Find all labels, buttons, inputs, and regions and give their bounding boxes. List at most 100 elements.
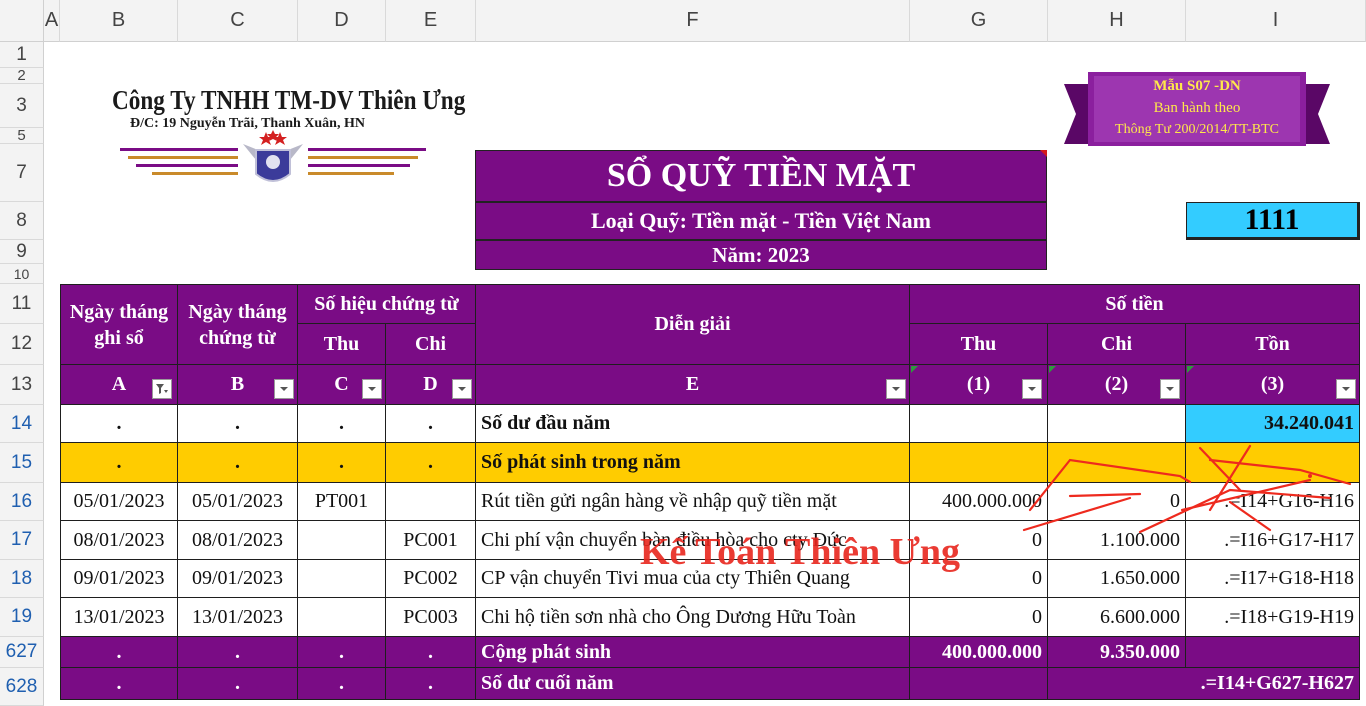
entry-date-voucher[interactable]: 08/01/2023 xyxy=(178,521,298,560)
entry-balance[interactable]: .=I18+G19-H19 xyxy=(1186,598,1360,637)
column-header-f[interactable]: F xyxy=(476,0,910,42)
filter-button-2[interactable] xyxy=(1160,379,1180,399)
row-header-8[interactable]: 8 xyxy=(0,202,44,240)
row-header-16[interactable]: 16 xyxy=(0,483,44,521)
entry-amount-chi[interactable]: 1.650.000 xyxy=(1048,560,1186,598)
arising-cell-c[interactable]: . xyxy=(298,443,386,483)
header-date-recorded: Ngày tháng ghi sổ xyxy=(60,284,178,365)
entry-date-recorded[interactable]: 09/01/2023 xyxy=(60,560,178,598)
row-header-628[interactable]: 628 xyxy=(0,668,44,706)
filter-button-d[interactable] xyxy=(452,379,472,399)
entry-date-recorded[interactable]: 05/01/2023 xyxy=(60,483,178,521)
column-header-a[interactable]: A xyxy=(44,0,60,42)
entry-voucher-chi[interactable]: PC002 xyxy=(386,560,476,598)
company-name: Công Ty TNHH TM-DV Thiên Ưng xyxy=(112,84,466,115)
entry-voucher-thu[interactable]: PT001 xyxy=(298,483,386,521)
comment-indicator[interactable] xyxy=(1040,150,1047,157)
account-code[interactable]: 1111 xyxy=(1186,202,1360,240)
closing-thu[interactable] xyxy=(910,668,1048,700)
entry-balance[interactable]: .=I17+G18-H18 xyxy=(1186,560,1360,598)
select-all-corner[interactable] xyxy=(0,0,44,42)
arising-cell-d[interactable]: . xyxy=(386,443,476,483)
row-header-15[interactable]: 15 xyxy=(0,443,44,483)
closing-cell-d[interactable]: . xyxy=(386,668,476,700)
filter-button-1[interactable] xyxy=(1022,379,1042,399)
code-2-label: (2) xyxy=(1104,373,1129,395)
entry-voucher-chi[interactable] xyxy=(386,483,476,521)
chevron-down-icon xyxy=(892,387,900,391)
entry-amount-chi[interactable]: 6.600.000 xyxy=(1048,598,1186,637)
cell-warning-marker xyxy=(911,366,918,373)
row-header-5[interactable]: 5 xyxy=(0,128,44,144)
opening-cell-d[interactable]: . xyxy=(386,405,476,443)
filter-button-c[interactable] xyxy=(362,379,382,399)
chevron-down-icon xyxy=(1028,387,1036,391)
row-header-18[interactable]: 18 xyxy=(0,560,44,598)
total-cell-d[interactable]: . xyxy=(386,637,476,668)
row-header-17[interactable]: 17 xyxy=(0,521,44,560)
row-header-3[interactable]: 3 xyxy=(0,84,44,128)
opening-cell-b[interactable]: . xyxy=(178,405,298,443)
total-chi[interactable]: 9.350.000 xyxy=(1048,637,1186,668)
opening-thu[interactable] xyxy=(910,405,1048,443)
closing-cell-a[interactable]: . xyxy=(60,668,178,700)
arising-label[interactable]: Số phát sinh trong năm xyxy=(476,443,910,483)
fund-type: Loại Quỹ: Tiền mặt - Tiền Việt Nam xyxy=(475,202,1047,240)
row-header-9[interactable]: 9 xyxy=(0,240,44,264)
column-header-c[interactable]: C xyxy=(178,0,298,42)
total-cell-b[interactable]: . xyxy=(178,637,298,668)
column-header-g[interactable]: G xyxy=(910,0,1048,42)
row-header-7[interactable]: 7 xyxy=(0,144,44,202)
column-header-b[interactable]: B xyxy=(60,0,178,42)
column-header-d[interactable]: D xyxy=(298,0,386,42)
header-amount-chi: Chi xyxy=(1048,324,1186,365)
entry-amount-thu[interactable]: 0 xyxy=(910,598,1048,637)
filter-button-a[interactable] xyxy=(152,379,172,399)
closing-label[interactable]: Số dư cuối năm xyxy=(476,668,910,700)
entry-date-recorded[interactable]: 08/01/2023 xyxy=(60,521,178,560)
entry-voucher-chi[interactable]: PC001 xyxy=(386,521,476,560)
row-header-13[interactable]: 13 xyxy=(0,365,44,405)
total-thu[interactable]: 400.000.000 xyxy=(910,637,1048,668)
total-label[interactable]: Cộng phát sinh xyxy=(476,637,910,668)
row-header-627[interactable]: 627 xyxy=(0,637,44,668)
row-header-19[interactable]: 19 xyxy=(0,598,44,637)
total-cell-c[interactable]: . xyxy=(298,637,386,668)
entry-voucher-thu[interactable] xyxy=(298,598,386,637)
total-ton[interactable] xyxy=(1186,637,1360,668)
column-header-h[interactable]: H xyxy=(1048,0,1186,42)
total-cell-a[interactable]: . xyxy=(60,637,178,668)
closing-balance[interactable]: .=I14+G627-H627 xyxy=(1048,668,1360,700)
company-logo xyxy=(120,130,426,182)
column-header-i[interactable]: I xyxy=(1186,0,1366,42)
closing-cell-c[interactable]: . xyxy=(298,668,386,700)
arising-cell-b[interactable]: . xyxy=(178,443,298,483)
opening-chi[interactable] xyxy=(1048,405,1186,443)
column-header-e[interactable]: E xyxy=(386,0,476,42)
entry-voucher-thu[interactable] xyxy=(298,560,386,598)
entry-date-recorded[interactable]: 13/01/2023 xyxy=(60,598,178,637)
opening-label[interactable]: Số dư đầu năm xyxy=(476,405,910,443)
entry-date-voucher[interactable]: 13/01/2023 xyxy=(178,598,298,637)
row-header-10[interactable]: 10 xyxy=(0,264,44,284)
entry-description[interactable]: Rút tiền gửi ngân hàng về nhập quỹ tiền … xyxy=(476,483,910,521)
arising-cell-a[interactable]: . xyxy=(60,443,178,483)
opening-cell-c[interactable]: . xyxy=(298,405,386,443)
chevron-down-icon xyxy=(280,387,288,391)
entry-date-voucher[interactable]: 09/01/2023 xyxy=(178,560,298,598)
closing-cell-b[interactable]: . xyxy=(178,668,298,700)
opening-cell-a[interactable]: . xyxy=(60,405,178,443)
filter-button-3[interactable] xyxy=(1336,379,1356,399)
opening-balance[interactable]: 34.240.041 xyxy=(1186,405,1360,443)
entry-voucher-chi[interactable]: PC003 xyxy=(386,598,476,637)
row-header-1[interactable]: 1 xyxy=(0,42,44,68)
row-header-14[interactable]: 14 xyxy=(0,405,44,443)
entry-voucher-thu[interactable] xyxy=(298,521,386,560)
row-header-11[interactable]: 11 xyxy=(0,284,44,324)
row-header-12[interactable]: 12 xyxy=(0,324,44,365)
entry-description[interactable]: Chi hộ tiền sơn nhà cho Ông Dương Hữu To… xyxy=(476,598,910,637)
filter-button-e[interactable] xyxy=(886,379,906,399)
row-header-2[interactable]: 2 xyxy=(0,68,44,84)
entry-date-voucher[interactable]: 05/01/2023 xyxy=(178,483,298,521)
filter-button-b[interactable] xyxy=(274,379,294,399)
